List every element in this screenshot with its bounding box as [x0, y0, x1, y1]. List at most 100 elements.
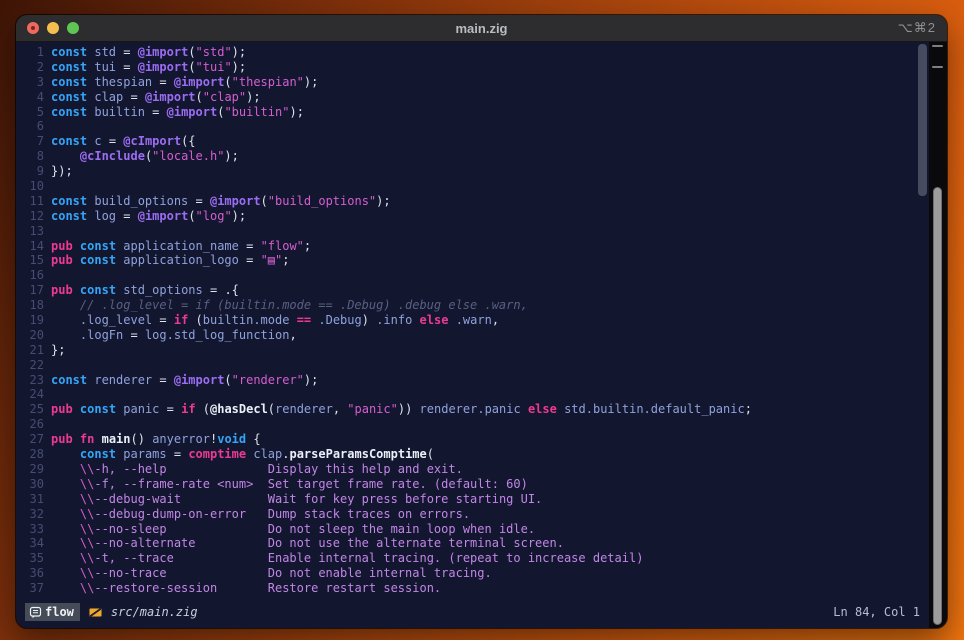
code-text: .log_level = if (builtin.mode == .Debug)… [51, 313, 499, 328]
line-number: 31 [16, 492, 51, 507]
line-number: 25 [16, 402, 51, 417]
code-line[interactable]: 6 [16, 119, 929, 134]
scroll-marker-icon [932, 45, 943, 47]
code-line[interactable]: 16 [16, 268, 929, 283]
line-number: 23 [16, 373, 51, 388]
code-line[interactable]: 28 const params = comptime clap.parsePar… [16, 447, 929, 462]
code-line[interactable]: 23const renderer = @import("renderer"); [16, 373, 929, 388]
editor-pane[interactable]: 1const std = @import("std");2const tui =… [16, 42, 929, 628]
code-text: const log = @import("log"); [51, 209, 246, 224]
code-text: @cInclude("locale.h"); [51, 149, 239, 164]
code-text: }; [51, 343, 65, 358]
app-menu-chip[interactable]: flow [25, 603, 80, 621]
code-line[interactable]: 31 \\--debug-wait Wait for key press bef… [16, 492, 929, 507]
line-number: 14 [16, 239, 51, 254]
code-line[interactable]: 17pub const std_options = .{ [16, 283, 929, 298]
vcs-status-icon[interactable] [88, 606, 103, 619]
code-line[interactable]: 24 [16, 387, 929, 402]
line-number: 35 [16, 551, 51, 566]
code-line[interactable]: 8 @cInclude("locale.h"); [16, 149, 929, 164]
code-line[interactable]: 19 .log_level = if (builtin.mode == .Deb… [16, 313, 929, 328]
code-text: // .log_level = if (builtin.mode == .Deb… [51, 298, 528, 313]
file-path-label[interactable]: src/main.zig [111, 605, 198, 619]
code-text: const builtin = @import("builtin"); [51, 105, 304, 120]
code-line[interactable]: 34 \\--no-alternate Do not use the alter… [16, 536, 929, 551]
code-line[interactable]: 13 [16, 224, 929, 239]
code-line[interactable]: 29 \\-h, --help Display this help and ex… [16, 462, 929, 477]
code-line[interactable]: 2const tui = @import("tui"); [16, 60, 929, 75]
code-line[interactable]: 36 \\--no-trace Do not enable internal t… [16, 566, 929, 581]
code-line[interactable]: 4const clap = @import("clap"); [16, 90, 929, 105]
line-number: 10 [16, 179, 51, 194]
line-number: 29 [16, 462, 51, 477]
code-line[interactable]: 21}; [16, 343, 929, 358]
app-name-label: flow [45, 605, 74, 619]
cursor-position-label: Ln 84, Col 1 [833, 605, 920, 619]
code-line[interactable]: 25pub const panic = if (@hasDecl(rendere… [16, 402, 929, 417]
code-line[interactable]: 20 .logFn = log.std_log_function, [16, 328, 929, 343]
line-number: 24 [16, 387, 51, 402]
code-text: \\--debug-wait Wait for key press before… [51, 492, 542, 507]
line-number: 21 [16, 343, 51, 358]
window-title: main.zig [16, 21, 947, 36]
line-number: 37 [16, 581, 51, 596]
line-number: 26 [16, 417, 51, 432]
code-line[interactable]: 3const thespian = @import("thespian"); [16, 75, 929, 90]
code-line[interactable]: 9}); [16, 164, 929, 179]
code-line[interactable]: 27pub fn main() anyerror!void { [16, 432, 929, 447]
line-number: 12 [16, 209, 51, 224]
window-scrollbar-thumb[interactable] [933, 187, 942, 625]
window-shortcut-badge: ⌥⌘2 [898, 20, 936, 36]
code-line[interactable]: 15pub const application_logo = "▤"; [16, 253, 929, 268]
code-line[interactable]: 33 \\--no-sleep Do not sleep the main lo… [16, 522, 929, 537]
window-scrollbar-track[interactable] [929, 42, 947, 628]
code-text: const clap = @import("clap"); [51, 90, 261, 105]
code-text: }); [51, 164, 73, 179]
line-number: 2 [16, 60, 51, 75]
line-number: 27 [16, 432, 51, 447]
line-number: 28 [16, 447, 51, 462]
code-line[interactable]: 5const builtin = @import("builtin"); [16, 105, 929, 120]
line-number: 33 [16, 522, 51, 537]
code-line[interactable]: 26 [16, 417, 929, 432]
line-number: 4 [16, 90, 51, 105]
line-number: 22 [16, 358, 51, 373]
scroll-marker-icon [932, 66, 943, 68]
code-line[interactable]: 10 [16, 179, 929, 194]
code-text: \\--no-alternate Do not use the alternat… [51, 536, 564, 551]
editor-scrollbar-thumb[interactable] [918, 44, 927, 196]
code-text: const std = @import("std"); [51, 45, 246, 60]
line-number: 6 [16, 119, 51, 134]
line-number: 34 [16, 536, 51, 551]
title-bar[interactable]: main.zig ⌥⌘2 [16, 15, 947, 42]
code-line[interactable]: 7const c = @cImport({ [16, 134, 929, 149]
code-line[interactable]: 1const std = @import("std"); [16, 45, 929, 60]
code-line[interactable]: 12const log = @import("log"); [16, 209, 929, 224]
code-text: .logFn = log.std_log_function, [51, 328, 297, 343]
code-text: \\--restore-session Restore restart sess… [51, 581, 441, 596]
line-number: 11 [16, 194, 51, 209]
line-number: 17 [16, 283, 51, 298]
code-text: const renderer = @import("renderer"); [51, 373, 318, 388]
code-line[interactable]: 14pub const application_name = "flow"; [16, 239, 929, 254]
line-number: 9 [16, 164, 51, 179]
line-number: 16 [16, 268, 51, 283]
code-line[interactable]: 30 \\-f, --frame-rate <num> Set target f… [16, 477, 929, 492]
code-line[interactable]: 37 \\--restore-session Restore restart s… [16, 581, 929, 596]
line-number: 8 [16, 149, 51, 164]
line-number: 19 [16, 313, 51, 328]
code-text: pub const application_name = "flow"; [51, 239, 311, 254]
code-line[interactable]: 18 // .log_level = if (builtin.mode == .… [16, 298, 929, 313]
line-number: 1 [16, 45, 51, 60]
line-number: 13 [16, 224, 51, 239]
code-text: \\-f, --frame-rate <num> Set target fram… [51, 477, 528, 492]
code-text: \\-h, --help Display this help and exit. [51, 462, 463, 477]
code-line[interactable]: 35 \\-t, --trace Enable internal tracing… [16, 551, 929, 566]
code-line[interactable]: 32 \\--debug-dump-on-error Dump stack tr… [16, 507, 929, 522]
code-text: pub const std_options = .{ [51, 283, 239, 298]
line-number: 3 [16, 75, 51, 90]
code-line[interactable]: 22 [16, 358, 929, 373]
code-line[interactable]: 11const build_options = @import("build_o… [16, 194, 929, 209]
code-text: const build_options = @import("build_opt… [51, 194, 391, 209]
code-area[interactable]: 1const std = @import("std");2const tui =… [16, 42, 929, 601]
